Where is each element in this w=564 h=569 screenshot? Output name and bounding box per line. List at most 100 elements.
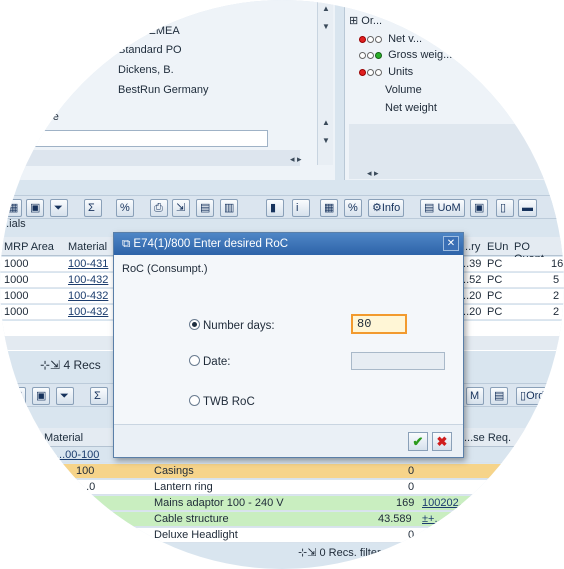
- graphic-icon[interactable]: ▥: [220, 199, 239, 217]
- quantity-cell: 169: [396, 497, 415, 509]
- radio-date[interactable]: Date:: [189, 355, 231, 368]
- layout-icon[interactable]: ▤: [196, 199, 215, 217]
- mrp-area-cell: 1000: [4, 258, 29, 270]
- status-panel-empty-area: [349, 124, 549, 179]
- status-label: Net weight: [385, 102, 437, 114]
- purchase-req-link[interactable]: ±+...: [422, 513, 444, 525]
- col-material[interactable]: Material: [68, 241, 107, 253]
- purchase-req-link[interactable]: 100202...: [422, 497, 468, 509]
- traffic-light-icon: [359, 34, 385, 43]
- status-label: Gross weig...: [388, 49, 453, 61]
- document-icon[interactable]: ▯: [496, 199, 514, 217]
- col-purchase-req[interactable]: ...se Req.: [464, 432, 511, 444]
- purchasing-org: ...Org EMEA: [118, 25, 180, 37]
- description-cell: Casings: [154, 465, 194, 477]
- subtotal-icon[interactable]: %: [116, 199, 134, 217]
- select-all-icon[interactable]: ▣: [32, 387, 51, 405]
- roc-dialog: ⧉ E74(1)/800 Enter desired RoC ✕ RoC (Co…: [113, 232, 464, 458]
- sum-icon[interactable]: Σ: [84, 199, 102, 217]
- quantity-cell: 2: [553, 290, 560, 302]
- details-icon[interactable]: ▦: [8, 387, 27, 405]
- material-link[interactable]: 100-432: [68, 274, 108, 286]
- header-info-panel: ...ler KGaA ...Org EMEA Standard PO Dick…: [0, 0, 335, 180]
- buyer-name: Dickens, B.: [118, 64, 174, 76]
- horizontal-scrollbar[interactable]: [0, 150, 300, 166]
- table-row[interactable]: Deluxe Headlight 0: [0, 528, 564, 543]
- material-link[interactable]: ...00-100: [56, 449, 99, 461]
- percent-icon[interactable]: %: [344, 199, 362, 217]
- material-link[interactable]: 100-432: [68, 290, 108, 302]
- confirm-check-icon[interactable]: ✔: [408, 432, 428, 451]
- quantity-cell: 16: [551, 258, 564, 270]
- filter-icon: ⊹⇲: [40, 358, 64, 372]
- quantity-cell: 0: [408, 529, 415, 541]
- number-days-input[interactable]: 80: [351, 314, 407, 334]
- scroll-up-icon[interactable]: ▲: [320, 118, 332, 130]
- grid-icon[interactable]: ▦: [320, 199, 339, 217]
- status-row: Units: [359, 66, 564, 81]
- order-button[interactable]: ▯Ord...: [516, 387, 558, 405]
- save-icon[interactable]: ▬: [518, 199, 537, 217]
- filter-icon[interactable]: ⏷: [56, 387, 74, 405]
- radio-twb-roc-label: TWB RoC: [203, 396, 255, 408]
- col-material[interactable]: Material: [44, 432, 83, 444]
- cancel-x-icon[interactable]: ✖: [432, 432, 452, 451]
- screenshot-viewport: ...ler KGaA ...Org EMEA Standard PO Dick…: [0, 0, 564, 569]
- record-count-label: 4 Recs: [63, 358, 101, 372]
- scroll-arrows-icon[interactable]: ◂ ▸: [367, 168, 379, 179]
- scroll-down-icon[interactable]: ▼: [320, 136, 332, 148]
- m-button-label: M: [470, 390, 480, 402]
- date-input[interactable]: [351, 352, 445, 370]
- incoterms-label: Freight-free: [2, 111, 59, 123]
- sum-icon[interactable]: Σ: [90, 387, 108, 405]
- col-mrp-area[interactable]: MRP Area: [4, 241, 54, 253]
- copy-icon[interactable]: ▣: [470, 199, 489, 217]
- mrp-area-cell: 1000: [4, 290, 29, 302]
- col-eun[interactable]: EUn: [487, 241, 508, 253]
- city-field[interactable]: ...kfurt: [0, 130, 268, 147]
- radio-selected-icon[interactable]: [189, 319, 200, 330]
- uom-button-label: UoM: [437, 202, 461, 214]
- details-icon[interactable]: ▦: [4, 199, 23, 217]
- quantity-cell: 0: [408, 481, 415, 493]
- bottom-record-count: ⊹⇲ 0 Recs. filter...: [298, 546, 389, 559]
- radio-twb-roc[interactable]: TWB RoC: [189, 395, 255, 408]
- vertical-scrollbar[interactable]: ▲ ▼ ▲ ▼: [317, 0, 333, 165]
- status-row: Volume: [385, 84, 564, 99]
- info-icon[interactable]: i: [292, 199, 310, 217]
- document-type: Standard PO: [118, 44, 182, 56]
- radio-unselected-icon[interactable]: [189, 395, 200, 406]
- material-link[interactable]: 100-432: [68, 306, 108, 318]
- description-cell: Mains adaptor 100 - 240 V: [154, 497, 284, 509]
- scroll-arrows-icon[interactable]: ◂ ▸: [290, 154, 302, 165]
- export-icon[interactable]: ⇲: [172, 199, 190, 217]
- table-row[interactable]: ...0 Lantern ring 0: [0, 480, 564, 495]
- radio-date-label: Date:: [203, 356, 231, 368]
- table-row[interactable]: 100 Casings 0: [0, 464, 564, 479]
- info-button[interactable]: ⚙Info: [368, 199, 405, 217]
- radio-unselected-icon[interactable]: [189, 355, 200, 366]
- info-button-label: Info: [381, 202, 401, 214]
- table-row[interactable]: Cable structure 43.589 ±+...: [0, 512, 564, 527]
- table-row[interactable]: Mains adaptor 100 - 240 V 169 100202...: [0, 496, 564, 511]
- filter-icon[interactable]: ⏷: [50, 199, 68, 217]
- print-icon[interactable]: ⎙: [150, 199, 168, 217]
- dialog-subtitle: RoC (Consumpt.): [122, 263, 208, 275]
- close-icon[interactable]: ✕: [443, 236, 459, 251]
- dialog-title: E74(1)/800 Enter desired RoC: [133, 238, 289, 250]
- uom-button[interactable]: ▤ UoM: [420, 199, 465, 217]
- layout-icon[interactable]: ▤: [490, 387, 509, 405]
- select-all-icon[interactable]: ▣: [26, 199, 45, 217]
- vendor-name: ...ler KGaA: [118, 6, 172, 18]
- chart-icon[interactable]: ▮: [266, 199, 284, 217]
- radio-number-days[interactable]: Number days:: [189, 319, 275, 332]
- m-button[interactable]: M: [466, 387, 484, 405]
- description-cell: Cable structure: [154, 513, 229, 525]
- description-cell: Deluxe Headlight: [154, 529, 238, 541]
- material-link[interactable]: 100-431: [68, 258, 108, 270]
- status-header: ⊞ Or...: [349, 14, 382, 27]
- scroll-down-icon[interactable]: ▼: [320, 22, 332, 34]
- col-ry[interactable]: ...ry: [462, 241, 480, 253]
- scroll-up-icon[interactable]: ▲: [320, 4, 332, 16]
- radio-number-days-label: Number days:: [203, 320, 275, 332]
